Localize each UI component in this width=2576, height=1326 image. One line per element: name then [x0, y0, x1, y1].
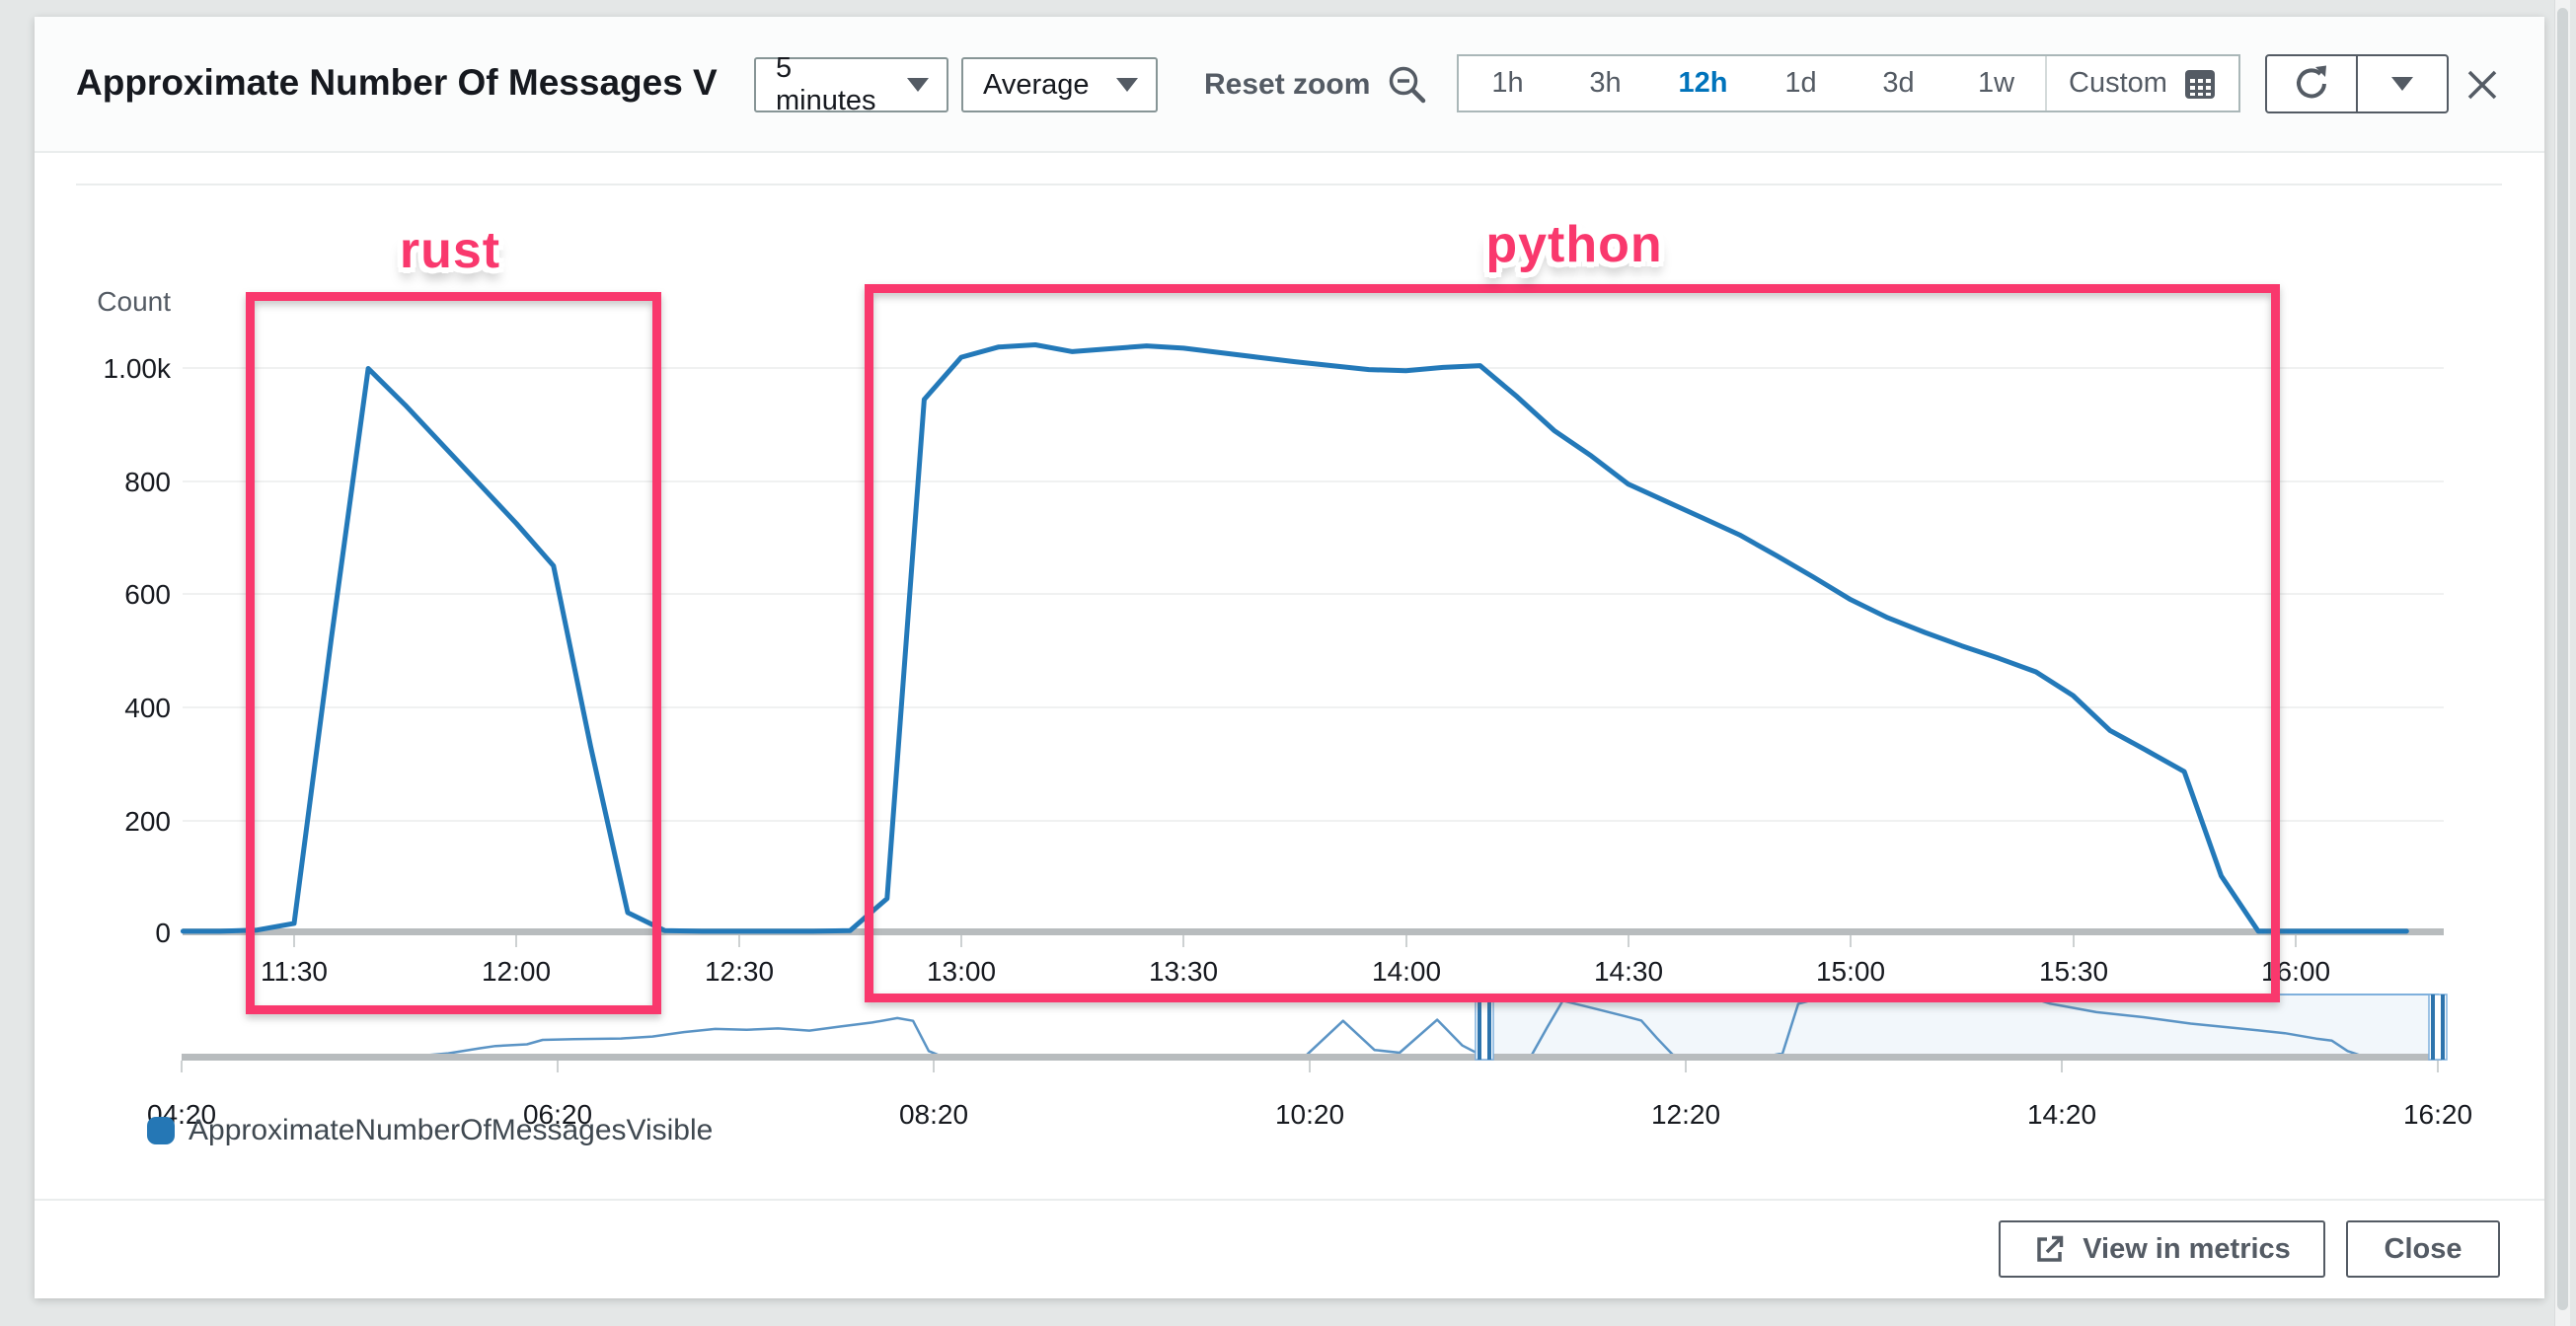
refresh-button-group [2265, 54, 2449, 113]
brush-selection-region[interactable] [1485, 994, 2438, 1060]
legend-item[interactable]: ApproximateNumberOfMessagesVisible [147, 1114, 713, 1146]
legend-color-swatch [147, 1117, 175, 1144]
close-icon [2463, 66, 2501, 104]
close-button[interactable]: Close [2346, 1220, 2500, 1278]
time-range-1w[interactable]: 1w [1947, 56, 2045, 110]
annotation-label-rust: rust [400, 221, 500, 280]
time-range-1h[interactable]: 1h [1459, 56, 1556, 110]
chevron-down-icon [907, 78, 929, 92]
dialog-close-icon-button[interactable] [2461, 63, 2504, 107]
refresh-icon [2292, 64, 2331, 104]
reset-zoom-button[interactable]: Reset zoom [1204, 57, 1429, 112]
statistic-select-value: Average [983, 69, 1090, 102]
timeline-axis-ticks [182, 1061, 2438, 1072]
time-range-custom[interactable]: Custom [2047, 56, 2238, 110]
period-select[interactable]: 5 minutes [754, 57, 948, 112]
timeline-tick-label: 12:20 [1651, 1099, 1720, 1130]
dialog-header: Approximate Number Of Messages Vi... 5 m… [35, 17, 2544, 153]
period-select-value: 5 minutes [776, 52, 893, 117]
custom-label: Custom [2069, 67, 2167, 100]
brush-handle-left[interactable] [1476, 994, 1493, 1060]
page-scrollbar-thumb[interactable] [2557, 8, 2568, 1310]
time-range-12h[interactable]: 12h [1654, 56, 1752, 110]
y-axis-title: Count [97, 286, 171, 317]
timeline-tick-label: 16:20 [2403, 1099, 2472, 1130]
footer-divider [35, 1199, 2544, 1201]
timeline-zero-axis [182, 1054, 2442, 1061]
y-axis-tick-labels: 1.00k 800 600 400 200 0 [104, 353, 172, 948]
refresh-button[interactable] [2265, 54, 2358, 113]
annotation-box-rust [246, 292, 661, 1014]
view-in-metrics-label: View in metrics [2083, 1233, 2291, 1266]
legend-label: ApproximateNumberOfMessagesVisible [189, 1114, 713, 1146]
reset-zoom-label: Reset zoom [1204, 68, 1370, 102]
time-range-3h[interactable]: 3h [1556, 56, 1654, 110]
y-tick-label: 200 [124, 806, 171, 837]
metric-dialog: Approximate Number Of Messages Vi... 5 m… [35, 17, 2544, 1298]
y-tick-label: 1.00k [104, 353, 172, 384]
statistic-select[interactable]: Average [961, 57, 1158, 112]
chevron-down-icon [2391, 77, 2413, 91]
annotation-box-python [865, 284, 2280, 1002]
dialog-title: Approximate Number Of Messages Vi... [76, 62, 718, 104]
x-tick-label: 12:30 [705, 956, 774, 987]
zoom-out-icon [1386, 63, 1429, 107]
y-tick-label: 600 [124, 579, 171, 610]
time-range-1d[interactable]: 1d [1752, 56, 1850, 110]
timeline-tick-label: 14:20 [2027, 1099, 2096, 1130]
y-tick-label: 400 [124, 693, 171, 723]
external-link-icon [2033, 1232, 2067, 1266]
brush-handle-right[interactable] [2429, 994, 2447, 1060]
y-tick-label: 0 [155, 918, 171, 948]
timeline-tick-label: 08:20 [899, 1099, 968, 1130]
annotation-label-python: python [1485, 215, 1662, 274]
screen: { "colors": { "series_line": "#2379B9", … [0, 0, 2576, 1326]
close-button-label: Close [2385, 1233, 2462, 1266]
page-scrollbar[interactable] [2554, 0, 2570, 1326]
chevron-down-icon [1116, 78, 1138, 92]
time-range-group: 1h 3h 12h 1d 3d 1w Custom [1457, 54, 2240, 112]
time-range-3d[interactable]: 3d [1850, 56, 1947, 110]
view-in-metrics-button[interactable]: View in metrics [1999, 1220, 2325, 1278]
timeline-tick-label: 10:20 [1275, 1099, 1344, 1130]
calendar-icon [2183, 67, 2217, 101]
y-tick-label: 800 [124, 467, 171, 497]
refresh-options-button[interactable] [2356, 54, 2449, 113]
